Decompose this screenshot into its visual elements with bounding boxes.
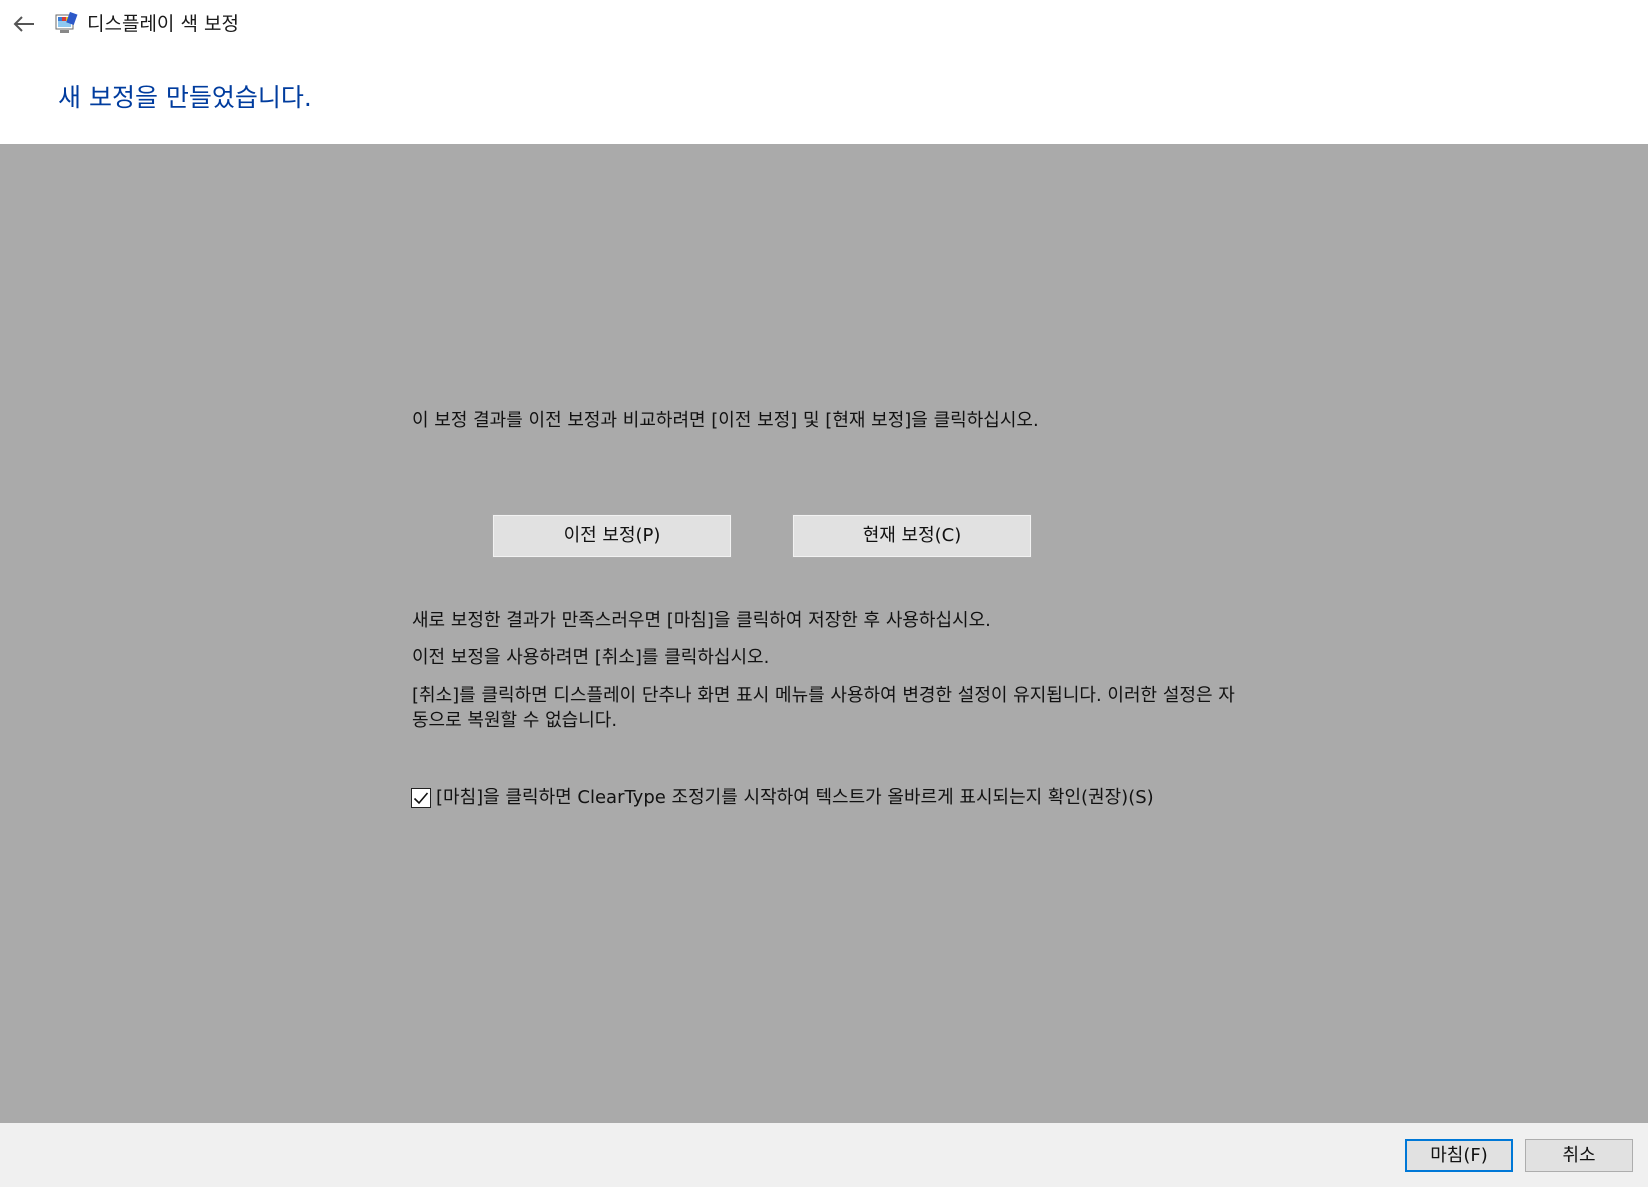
cancel-note: [취소]를 클릭하면 디스플레이 단추나 화면 표시 메뉴를 사용하여 변경한 …: [412, 685, 1235, 731]
cancel-instruction: 이전 보정을 사용하려면 [취소]를 클릭하십시오.: [412, 647, 770, 668]
cleartype-label[interactable]: [마침]을 클릭하면 ClearType 조정기를 시작하여 텍스트가 올바르게…: [436, 785, 1154, 810]
window-title: 디스플레이 색 보정: [87, 13, 239, 35]
arrow-left-icon: [13, 16, 34, 32]
current-calibration-button[interactable]: 현재 보정(C): [792, 514, 1032, 558]
cancel-button[interactable]: 취소: [1525, 1139, 1633, 1172]
compare-instruction: 이 보정 결과를 이전 보정과 비교하려면 [이전 보정] 및 [현재 보정]을…: [412, 410, 1039, 431]
calibration-window: 디스플레이 색 보정 새 보정을 만들었습니다. 이 보정 결과를 이전 보정과…: [0, 0, 1648, 1187]
cleartype-checkbox[interactable]: [411, 787, 431, 808]
button-bar: 마침(F) 취소: [0, 1123, 1648, 1187]
checkmark-icon: [413, 791, 429, 804]
display-color-calibration-icon: [55, 12, 78, 33]
title-bar: 디스플레이 색 보정: [0, 0, 1648, 48]
cleartype-option[interactable]: [마침]을 클릭하면 ClearType 조정기를 시작하여 텍스트가 올바르게…: [411, 785, 1154, 810]
content-area: 이 보정 결과를 이전 보정과 비교하려면 [이전 보정] 및 [현재 보정]을…: [0, 144, 1648, 1123]
finish-button[interactable]: 마침(F): [1405, 1139, 1513, 1172]
back-button[interactable]: [8, 8, 40, 40]
finish-instruction: 새로 보정한 결과가 만족스러우면 [마침]을 클릭하여 저장한 후 사용하십시…: [412, 610, 991, 631]
previous-calibration-button[interactable]: 이전 보정(P): [492, 514, 732, 558]
page-heading: 새 보정을 만들었습니다.: [58, 83, 312, 112]
